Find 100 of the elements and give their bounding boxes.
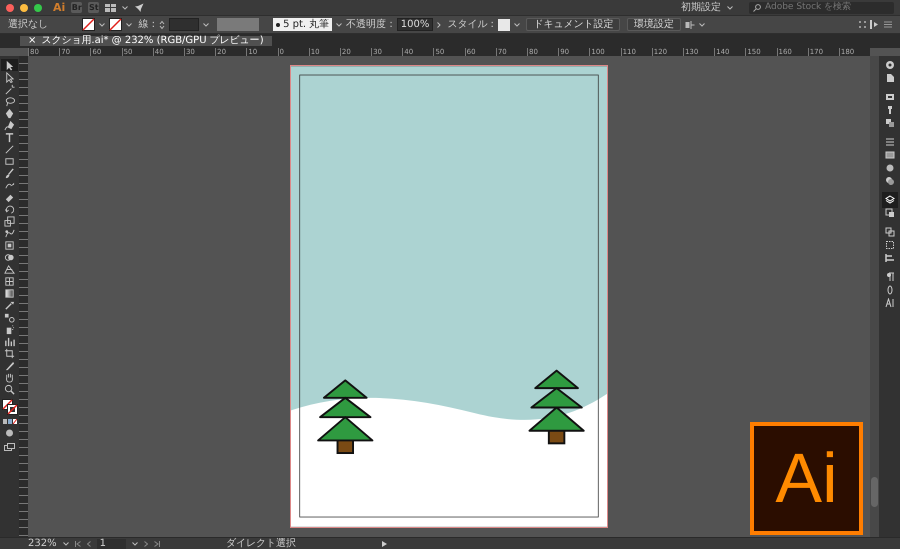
rotate-icon (4, 204, 15, 214)
slice-icon (4, 360, 15, 370)
next-icon[interactable] (144, 540, 148, 546)
gradient-icon (4, 288, 15, 298)
sun-icon[interactable] (884, 163, 894, 173)
current-tool: ダイレクト選択 (226, 538, 296, 548)
caret-icon[interactable] (132, 542, 138, 546)
scale-icon (4, 216, 15, 226)
ai-logo: Ai (750, 422, 863, 535)
previous-icon[interactable] (86, 540, 91, 546)
caret-icon[interactable] (62, 542, 69, 546)
artboard-icon (4, 348, 15, 358)
stepper-icon[interactable] (159, 20, 166, 30)
stroke-lines-icon[interactable] (884, 137, 894, 147)
opacity-field[interactable]: 100% (396, 18, 433, 31)
perspective-grid-icon (4, 264, 15, 274)
mesh-icon (4, 276, 15, 286)
search-field[interactable]: Adobe Stock を検索 (749, 2, 894, 14)
play-icon[interactable] (382, 540, 387, 546)
bar-graph-icon (4, 336, 15, 346)
draw-mode-icon[interactable] (5, 429, 14, 437)
maximize-dot[interactable] (34, 4, 42, 12)
hollow-pointer-icon (4, 72, 15, 82)
caret-icon[interactable] (122, 6, 128, 10)
tab-background[interactable]: × スクショ用.ai* @ 232% (RGB/GPU プレビュー) (20, 36, 272, 46)
paragraph-icon[interactable] (884, 272, 894, 282)
caret-icon[interactable] (336, 22, 342, 26)
caret-icon[interactable] (727, 6, 733, 10)
fill-swatch[interactable] (82, 18, 95, 31)
appearance-icon[interactable] (884, 176, 894, 186)
layers-icon[interactable] (884, 195, 894, 205)
color-wheel-icon[interactable] (884, 60, 894, 70)
pen-icon (4, 108, 15, 118)
line-icon (4, 144, 15, 154)
brush-dropdown[interactable]: 5 pt. 丸筆 (273, 18, 332, 31)
hand-icon (4, 372, 15, 382)
arrange-icon[interactable] (684, 20, 695, 30)
close-dot[interactable] (6, 4, 14, 12)
library-icon[interactable] (884, 92, 894, 102)
zoom-level-field[interactable]: 232% (28, 538, 57, 548)
chevron-right-icon[interactable] (436, 22, 441, 28)
blend-icon (4, 312, 15, 322)
gradient-swatch-icon[interactable] (884, 150, 894, 160)
warp-icon (4, 228, 15, 238)
dotted-square-icon[interactable] (884, 240, 894, 250)
curved-pen-icon (4, 120, 15, 130)
grid-dots-icon[interactable] (859, 21, 866, 28)
transform-icon (4, 240, 15, 250)
letter-t-icon (4, 132, 15, 142)
rectangle-icon (4, 156, 15, 166)
magnifier-icon (4, 384, 15, 394)
rocket-icon[interactable] (134, 2, 144, 12)
artboards-icon[interactable] (884, 208, 894, 218)
brush-dot-icon (276, 22, 280, 26)
settings-button[interactable]: 環境設定 (626, 18, 681, 31)
stroke-label: 線 : (138, 20, 156, 30)
style-swatch[interactable] (498, 18, 510, 30)
caret-icon[interactable] (99, 22, 105, 26)
eyedropper-icon (4, 300, 15, 310)
arrow-pointer-icon (4, 60, 15, 70)
shape-builder-icon (4, 252, 15, 262)
fill-stroke-icon[interactable] (2, 399, 18, 415)
layout-grid-icon[interactable] (105, 4, 116, 12)
tool-button[interactable] (1, 59, 18, 71)
wand-icon (4, 84, 15, 94)
selection-status: 選択なし (8, 20, 48, 30)
caret-icon[interactable] (203, 22, 210, 26)
lasso-icon (4, 96, 15, 106)
symbols-icon[interactable] (884, 118, 894, 128)
caret-icon[interactable] (698, 22, 705, 26)
color-mode-icon[interactable] (2, 419, 16, 424)
spray-icon (4, 324, 15, 334)
artboard-number-field[interactable]: 1 (96, 538, 126, 548)
close-icon[interactable]: × (28, 36, 36, 46)
caret-icon[interactable] (514, 22, 520, 26)
screen-mode-icon[interactable] (4, 443, 15, 451)
menu-icon[interactable] (884, 21, 892, 28)
settings-button[interactable]: ドキュメント設定 (526, 18, 620, 31)
character-icon[interactable] (884, 298, 894, 308)
scrollbar-thumb[interactable] (871, 477, 878, 507)
minimize-dot[interactable] (20, 4, 28, 12)
stroke-weight-field[interactable] (169, 18, 200, 31)
align-panel-icon[interactable] (870, 20, 880, 29)
opacity-label: 不透明度 : (346, 20, 393, 30)
first-page-icon[interactable] (74, 540, 81, 546)
brush-icon (4, 168, 15, 178)
profile-field[interactable] (217, 18, 260, 31)
app-logo: Ai (53, 2, 66, 13)
style-label: スタイル : (447, 20, 494, 30)
stroke-swatch[interactable] (109, 18, 122, 31)
brush-name: 5 pt. 丸筆 (283, 20, 330, 30)
page-icon[interactable] (884, 73, 894, 83)
document-tab[interactable]: スクショ用.ai* @ 232% (RGB/GPU プレビュー) (41, 36, 264, 46)
align-left-icon[interactable] (884, 253, 894, 263)
workspace-menu[interactable]: 初期設定 (681, 2, 721, 12)
last-page-icon[interactable] (154, 540, 160, 546)
caret-icon[interactable] (126, 22, 132, 26)
transform-boxes-icon[interactable] (884, 227, 894, 237)
search-icon (753, 4, 761, 12)
opentype-icon[interactable] (884, 285, 894, 295)
